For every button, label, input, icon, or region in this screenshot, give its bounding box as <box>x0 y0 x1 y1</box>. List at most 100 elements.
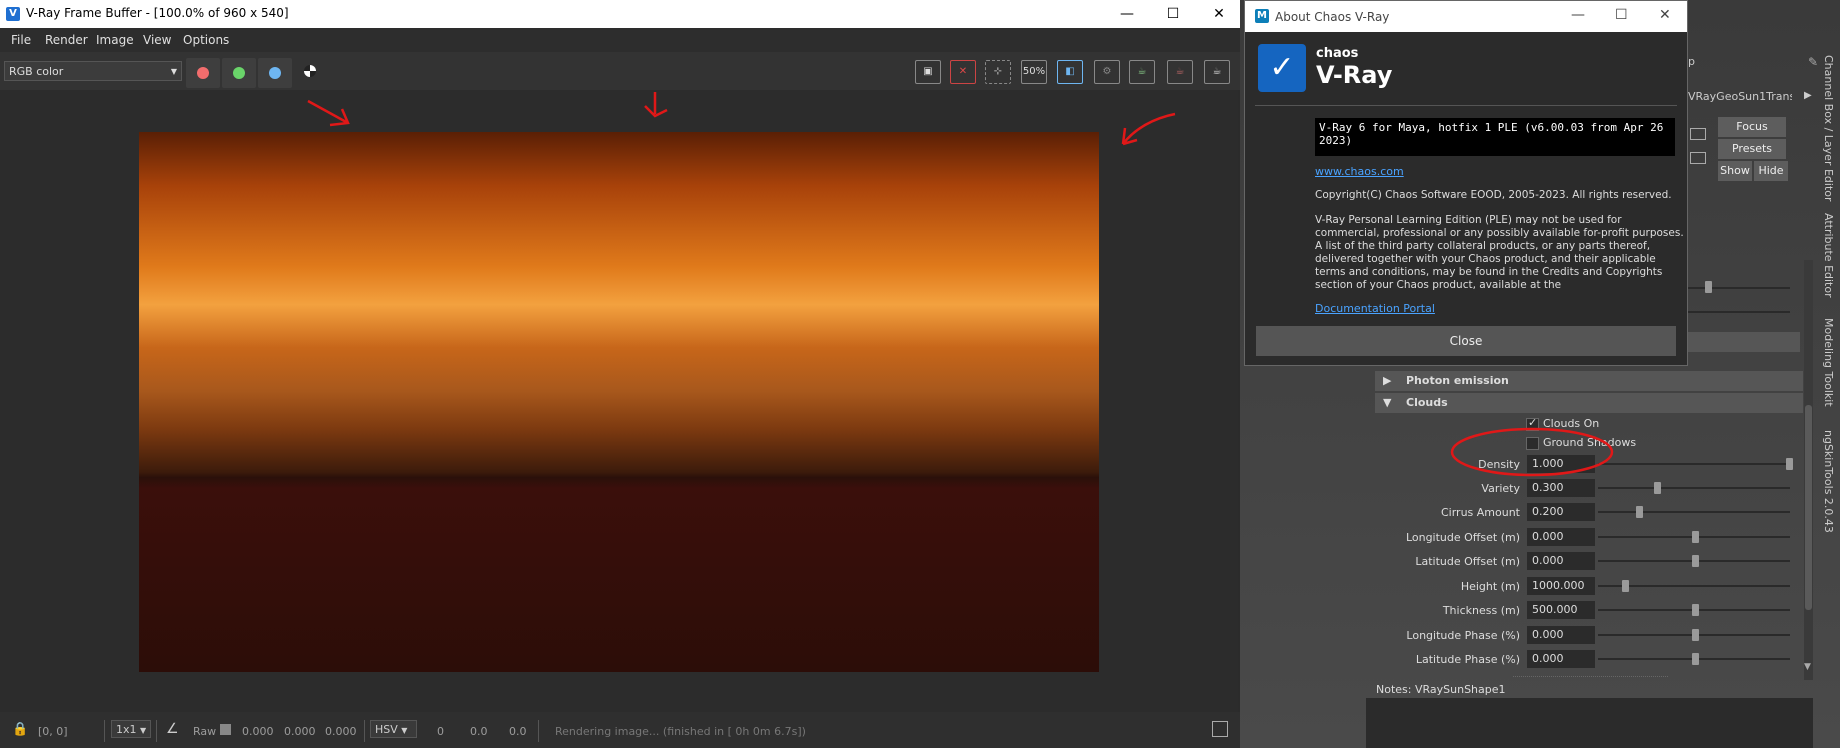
attribute-slider[interactable] <box>1598 463 1790 465</box>
annotation-arrow-icon <box>1121 112 1176 146</box>
triangle-down-icon: ▼ <box>1383 396 1392 409</box>
menu-view[interactable]: View <box>143 33 171 47</box>
divider <box>538 720 539 742</box>
about-minimize-button[interactable]: — <box>1571 7 1585 23</box>
attribute-value-field[interactable]: 0.200 <box>1527 503 1595 521</box>
raw-checkbox[interactable] <box>220 724 231 735</box>
close-window-button[interactable]: ✕ <box>1196 0 1242 28</box>
slider-thumb[interactable] <box>1786 458 1793 470</box>
red-dot-icon <box>197 67 209 79</box>
hide-button[interactable]: Hide <box>1754 161 1788 181</box>
attribute-value-field[interactable]: 1000.000 <box>1527 577 1595 595</box>
input-connection-icon[interactable] <box>1690 128 1706 140</box>
attribute-slider[interactable] <box>1598 511 1790 513</box>
attribute-value-field[interactable]: 0.000 <box>1527 528 1595 546</box>
slider-thumb[interactable] <box>1692 555 1699 567</box>
render-settings-teapot-icon[interactable]: ☕ <box>1204 60 1230 84</box>
presets-button[interactable]: Presets <box>1718 139 1786 159</box>
close-button[interactable]: Close <box>1256 326 1676 356</box>
maya-app-icon: M <box>1255 9 1269 23</box>
attribute-value-field[interactable]: 0.000 <box>1527 650 1595 668</box>
region-render-icon[interactable]: ⊹ <box>985 60 1011 84</box>
raw-label: Raw <box>193 725 217 738</box>
s-value: 0.0 <box>470 725 488 738</box>
divider <box>364 720 365 742</box>
website-link[interactable]: www.chaos.com <box>1315 165 1685 178</box>
render-status-message: Rendering image... (finished in [ 0h 0m … <box>555 725 806 738</box>
section-label: Photon emission <box>1406 374 1509 387</box>
stop-render-icon[interactable]: ☕ <box>1167 60 1193 84</box>
ratio-select[interactable]: 1x1 ▼ <box>111 720 152 738</box>
save-icon[interactable]: ▣ <box>915 60 941 84</box>
section-clouds[interactable]: ▼ Clouds <box>1375 393 1803 413</box>
focus-button[interactable]: Focus <box>1718 117 1786 137</box>
attribute-value-field[interactable]: 0.300 <box>1527 479 1595 497</box>
slider-thumb[interactable] <box>1705 281 1712 293</box>
b-value: 0.000 <box>325 725 357 738</box>
scrollbar-thumb[interactable] <box>1805 405 1812 610</box>
scroll-down-icon[interactable]: ▼ <box>1804 662 1811 672</box>
slider-thumb[interactable] <box>1692 629 1699 641</box>
output-connection-icon[interactable] <box>1690 152 1706 164</box>
about-close-icon[interactable]: ✕ <box>1659 7 1671 23</box>
green-channel-button[interactable] <box>222 58 256 88</box>
menu-options[interactable]: Options <box>183 33 229 47</box>
attribute-label: Variety <box>1481 482 1520 495</box>
slider-thumb[interactable] <box>1635 506 1643 518</box>
r-value: 0.000 <box>242 725 274 738</box>
attribute-label: Longitude Offset (m) <box>1405 531 1520 544</box>
angle-icon[interactable]: ∠ <box>166 721 179 737</box>
rendered-image[interactable] <box>139 132 1099 672</box>
arrow-right-icon[interactable]: ▶ <box>1804 90 1812 101</box>
triangle-right-icon: ▶ <box>1383 374 1392 387</box>
notes-textarea[interactable] <box>1366 698 1813 748</box>
about-maximize-button[interactable]: ☐ <box>1615 7 1628 23</box>
slider-thumb[interactable] <box>1622 580 1630 592</box>
side-tab-attribute-editor[interactable]: Attribute Editor <box>1822 213 1835 298</box>
documentation-link[interactable]: Documentation Portal <box>1315 302 1685 315</box>
ratio-value: 1x1 <box>116 723 137 736</box>
annotation-ellipse-icon <box>1450 427 1614 477</box>
slider-track[interactable] <box>1688 311 1790 313</box>
red-channel-button[interactable] <box>186 58 220 88</box>
pin-icon[interactable]: ✎ <box>1808 55 1818 69</box>
slider-thumb[interactable] <box>1692 653 1699 665</box>
slider-thumb[interactable] <box>1692 531 1699 543</box>
side-tab-ngskintools[interactable]: ngSkinTools 2.0.43 <box>1822 430 1835 533</box>
green-dot-icon <box>233 67 245 79</box>
color-space-select[interactable]: HSV ▼ <box>370 720 417 738</box>
attribute-value-field[interactable]: 500.000 <box>1527 601 1595 619</box>
alpha-channel-icon[interactable] <box>304 65 316 77</box>
menu-file[interactable]: File <box>11 33 31 47</box>
slider-track[interactable] <box>1688 287 1790 289</box>
side-tab-modeling-toolkit[interactable]: Modeling Toolkit <box>1822 318 1835 407</box>
clear-image-icon[interactable]: ✕ <box>950 60 976 84</box>
vray-app-icon: V <box>6 7 20 21</box>
channel-select[interactable]: RGB color ▼ <box>4 61 182 81</box>
render-teapot-icon[interactable]: ☕ <box>1129 60 1155 84</box>
track-mouse-icon[interactable]: ◧ <box>1057 60 1083 84</box>
minimize-button[interactable]: — <box>1104 0 1150 28</box>
dropdown-arrow-icon: ▼ <box>140 726 147 735</box>
blue-channel-button[interactable] <box>258 58 292 88</box>
section-photon-emission[interactable]: ▶ Photon emission <box>1375 371 1803 391</box>
log-icon[interactable] <box>1212 721 1228 737</box>
vfb-window-title: V-Ray Frame Buffer - [100.0% of 960 x 54… <box>26 6 289 20</box>
maximize-button[interactable]: ☐ <box>1150 0 1196 28</box>
h-value: 0 <box>437 725 444 738</box>
lock-icon[interactable]: 🔒 <box>12 722 28 737</box>
vfb-status-bar: 🔒 [0, 0] 1x1 ▼ ∠ Raw 0.000 0.000 0.000 H… <box>0 712 1240 748</box>
side-tab-channel-box[interactable]: Channel Box / Layer Editor <box>1822 55 1835 202</box>
ple-notice-text: V-Ray Personal Learning Edition (PLE) ma… <box>1315 214 1684 239</box>
node-name-field[interactable]: VRayGeoSun1Transf <box>1688 90 1792 108</box>
slider-thumb[interactable] <box>1654 482 1662 494</box>
attribute-value-field[interactable]: 0.000 <box>1527 552 1595 570</box>
show-button[interactable]: Show <box>1718 161 1752 181</box>
attribute-slider[interactable] <box>1598 487 1790 489</box>
menu-image[interactable]: Image <box>96 33 134 47</box>
attribute-value-field[interactable]: 0.000 <box>1527 626 1595 644</box>
slider-thumb[interactable] <box>1692 604 1699 616</box>
interactive-render-icon[interactable]: ⚙ <box>1094 60 1120 84</box>
zoom-icon[interactable]: 50% <box>1021 60 1047 84</box>
menu-render[interactable]: Render <box>45 33 88 47</box>
